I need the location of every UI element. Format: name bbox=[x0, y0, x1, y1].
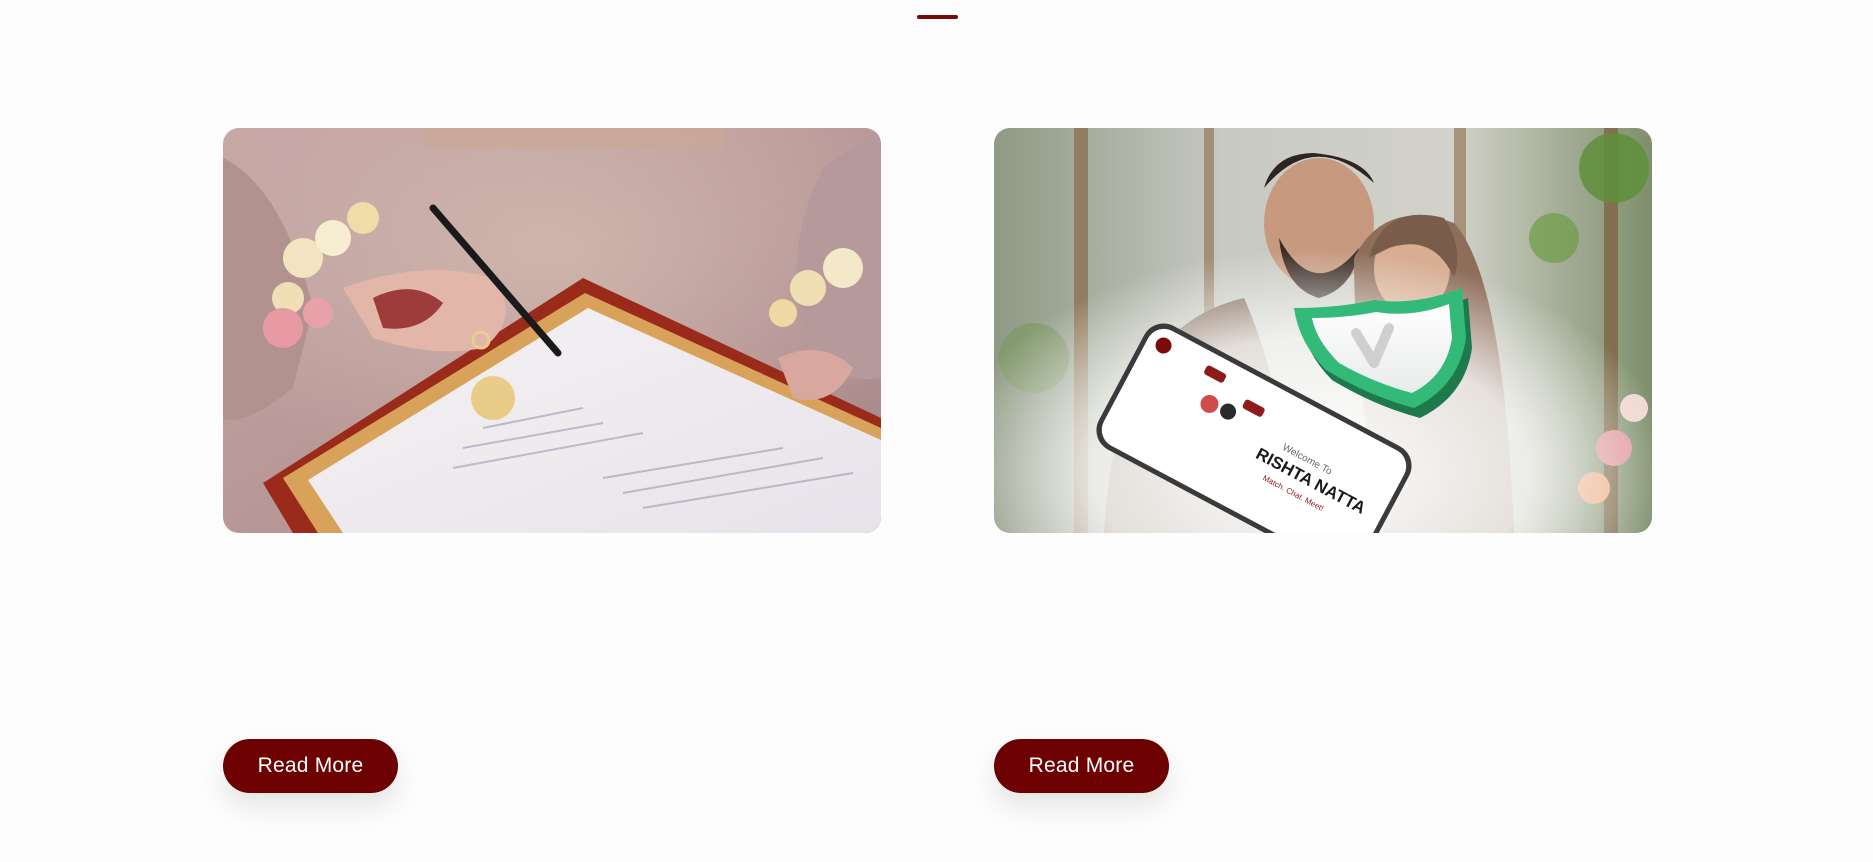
section-divider bbox=[917, 15, 958, 19]
wedding-contract-image[interactable] bbox=[223, 128, 881, 533]
article-card: Welcome To RISHTA NATTA Match. Chat. Mee… bbox=[994, 128, 1652, 798]
page: Read More Welcome To RISHTA NATTA Match.… bbox=[0, 0, 1873, 862]
read-more-button[interactable]: Read More bbox=[994, 739, 1169, 793]
couple-app-illustration: Welcome To RISHTA NATTA Match. Chat. Mee… bbox=[994, 128, 1652, 533]
wedding-contract-illustration bbox=[223, 128, 881, 533]
read-more-button[interactable]: Read More bbox=[223, 739, 398, 793]
article-card: Read More bbox=[223, 128, 881, 798]
couple-secure-app-image[interactable]: Welcome To RISHTA NATTA Match. Chat. Mee… bbox=[994, 128, 1652, 533]
